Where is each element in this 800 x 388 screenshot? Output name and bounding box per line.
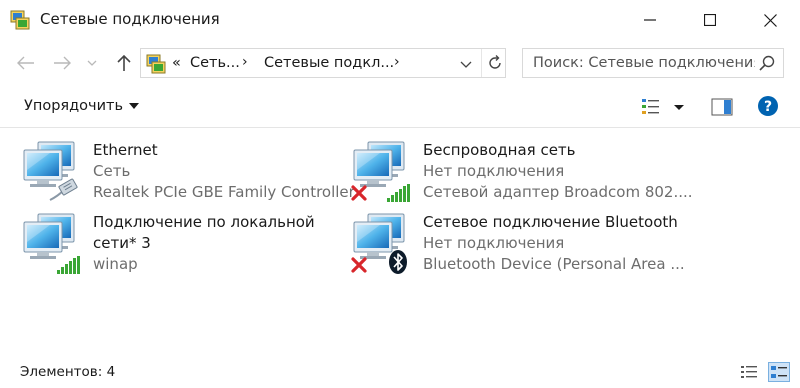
breadcrumb-separator-icon[interactable]: ›	[242, 54, 248, 70]
chevron-down-icon	[460, 61, 472, 68]
connection-status: Нет подключения	[423, 162, 565, 180]
ethernet-connection-icon	[23, 141, 78, 201]
disconnected-x-icon	[351, 185, 367, 201]
arrow-right-icon	[54, 56, 71, 70]
network-connections-icon	[10, 10, 30, 30]
arrow-up-icon	[117, 54, 131, 71]
view-options-dropdown-icon[interactable]	[672, 100, 686, 114]
breadcrumb-overflow[interactable]: «	[172, 55, 181, 71]
maximize-icon	[704, 14, 716, 26]
bluetooth-icon	[389, 250, 407, 274]
search-input[interactable]	[523, 49, 755, 77]
change-view-icon[interactable]	[641, 97, 661, 117]
close-icon	[763, 13, 777, 27]
wireless-connection-icon	[351, 141, 410, 202]
connection-status: Сеть	[93, 162, 131, 180]
minimize-button[interactable]	[617, 0, 683, 40]
ethernet-cable-icon	[49, 178, 78, 201]
connection-item-wireless[interactable]: Беспроводная сеть Нет подключения Сетево…	[350, 140, 693, 208]
refresh-icon	[488, 55, 501, 69]
title-bar: Сетевые подключения	[0, 0, 800, 40]
window-title: Сетевые подключения	[40, 10, 220, 28]
wifi-signal-icon	[387, 184, 410, 202]
svg-text:?: ?	[764, 99, 772, 115]
search-box[interactable]	[522, 48, 784, 78]
organize-button[interactable]: Упорядочить	[24, 98, 139, 114]
breadcrumb-network-connections[interactable]: Сетевые подкл...	[264, 55, 394, 71]
bluetooth-connection-icon	[351, 213, 407, 274]
connection-item-bluetooth[interactable]: Сетевое подключение Bluetooth Нет подклю…	[350, 212, 685, 280]
connection-device: winap	[93, 255, 138, 273]
connection-name: Беспроводная сеть	[423, 141, 576, 159]
wifi-signal-icon	[57, 256, 80, 274]
arrow-left-icon	[17, 56, 34, 70]
connection-status: Нет подключения	[423, 234, 565, 252]
address-dropdown-button[interactable]	[457, 55, 475, 73]
refresh-button[interactable]	[481, 49, 507, 77]
disconnected-x-icon	[351, 257, 367, 273]
close-button[interactable]	[737, 0, 800, 40]
forward-button[interactable]	[50, 51, 74, 75]
recent-locations-button[interactable]	[84, 51, 100, 75]
navigation-bar: « Сеть... › Сетевые подкл... ›	[0, 40, 800, 86]
chevron-down-icon	[87, 60, 97, 66]
preview-pane-icon[interactable]	[711, 98, 733, 116]
address-bar[interactable]: « Сеть... › Сетевые подкл... ›	[140, 48, 506, 78]
local-area-connection-icon	[23, 213, 80, 274]
details-view-icon[interactable]	[740, 364, 758, 380]
status-bar: Элементов: 4	[0, 356, 800, 388]
breadcrumb-network[interactable]: Сеть...	[190, 55, 240, 71]
connection-device: Realtek PCIe GBE Family Controller	[93, 183, 355, 201]
connection-item-ethernet[interactable]: Ethernet Сеть Realtek PCIe GBE Family Co…	[20, 140, 355, 208]
search-icon[interactable]	[759, 55, 775, 71]
items-count: Элементов: 4	[20, 364, 116, 380]
connection-name-line1: Подключение по локальной	[93, 213, 315, 231]
tiles-view-icon[interactable]	[768, 362, 790, 382]
maximize-button[interactable]	[677, 0, 743, 40]
caret-down-icon	[129, 103, 139, 109]
network-connections-icon	[146, 54, 166, 74]
back-button[interactable]	[14, 51, 38, 75]
breadcrumb-separator-icon[interactable]: ›	[394, 54, 400, 70]
up-button[interactable]	[112, 51, 136, 75]
command-bar: Упорядочить ?	[0, 86, 800, 128]
connection-item-local-area-3[interactable]: Подключение по локальной сети* 3 winap	[20, 212, 340, 280]
connection-name: Ethernet	[93, 141, 158, 159]
connection-device: Сетевой адаптер Broadcom 802....	[423, 183, 693, 201]
connection-device: Bluetooth Device (Personal Area ...	[423, 255, 685, 273]
connection-name-line2: сети* 3	[93, 234, 151, 252]
minimize-icon	[644, 19, 656, 21]
organize-label: Упорядочить	[24, 98, 123, 114]
connections-list: Ethernet Сеть Realtek PCIe GBE Family Co…	[0, 128, 800, 354]
connection-name: Сетевое подключение Bluetooth	[423, 213, 678, 231]
help-icon[interactable]: ?	[757, 95, 779, 117]
